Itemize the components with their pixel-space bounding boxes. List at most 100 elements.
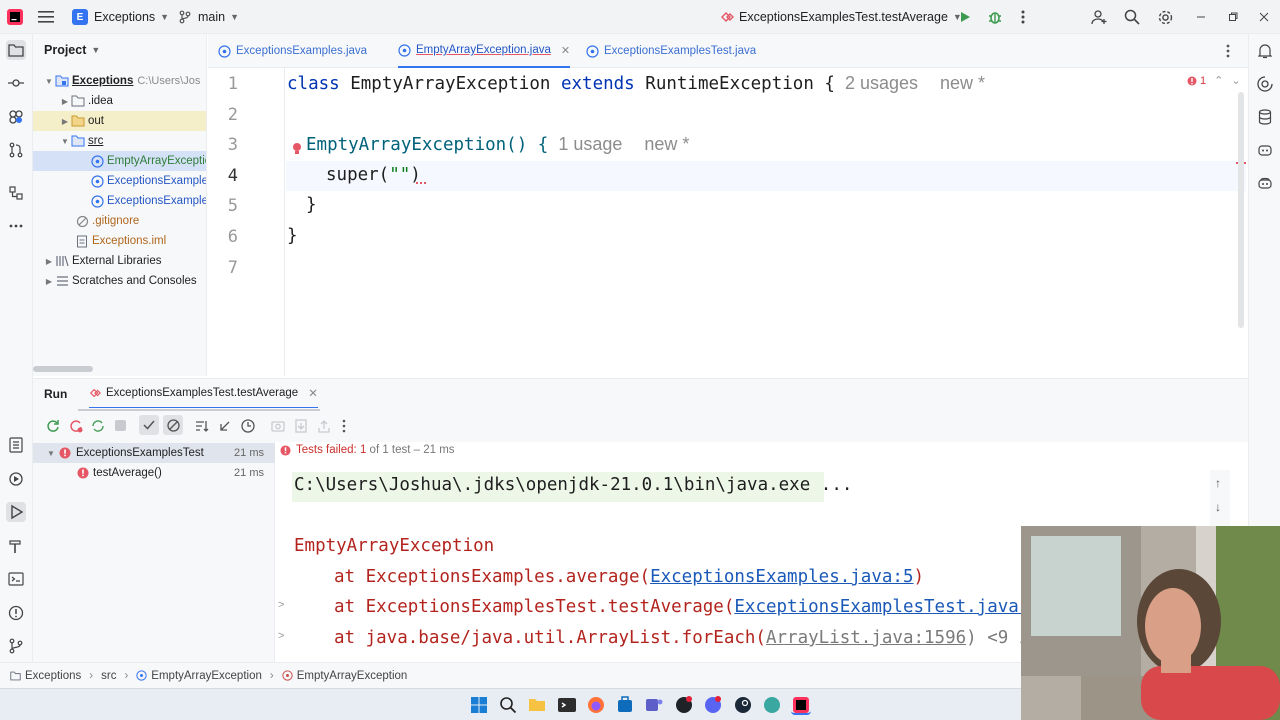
scroll-down-arrow-icon[interactable]: ↓ xyxy=(1215,500,1221,514)
tab-emptyarrayexception[interactable]: EmptyArrayException.java ✕ xyxy=(398,34,571,68)
tree-item-iml[interactable]: Exceptions.iml xyxy=(33,231,206,251)
terminal-app-icon[interactable] xyxy=(557,695,577,715)
problems-indicator[interactable]: 1 ⌃ ⌄ xyxy=(1187,74,1241,87)
test-tree-root[interactable]: ▼ ExceptionsExamplesTest 21 ms xyxy=(33,443,275,463)
terminal-icon[interactable] xyxy=(6,569,26,589)
tab-exceptionsexamples[interactable]: ExceptionsExamples.java xyxy=(218,34,367,68)
structure-icon[interactable] xyxy=(6,183,26,203)
scroll-up-arrow-icon[interactable]: ↑ xyxy=(1215,476,1221,490)
run-button[interactable] xyxy=(958,0,972,34)
run-tab-title[interactable]: Run xyxy=(44,387,67,401)
author-inlay-hint[interactable]: new * xyxy=(644,134,689,154)
restore-window-icon[interactable] xyxy=(1228,0,1238,34)
notifications-bell-icon[interactable] xyxy=(1255,41,1275,61)
minimize-window-icon[interactable] xyxy=(1196,0,1206,34)
tree-item-gitignore[interactable]: .gitignore xyxy=(33,211,206,231)
tab-options-icon[interactable] xyxy=(1226,44,1230,58)
tree-item-src[interactable]: ▼ src xyxy=(33,131,206,151)
stack-trace-link[interactable]: ExceptionsExamplesTest.java:13 xyxy=(734,597,1050,617)
add-user-icon[interactable] xyxy=(1091,0,1108,34)
breadcrumb-item[interactable]: EmptyArrayException xyxy=(297,670,408,682)
more-tools-icon[interactable] xyxy=(6,216,26,236)
debug-button[interactable] xyxy=(987,0,1003,34)
close-tab-icon[interactable]: ✕ xyxy=(308,386,318,400)
git-icon[interactable] xyxy=(6,636,26,656)
app-logo-icon[interactable] xyxy=(6,0,24,34)
expand-arrow-icon[interactable]: ▼ xyxy=(43,77,55,86)
build-hammer-icon[interactable] xyxy=(6,536,26,556)
maven-icon[interactable] xyxy=(1255,140,1275,160)
usages-inlay-hint[interactable]: 2 usages xyxy=(845,73,918,93)
teams-icon[interactable] xyxy=(644,695,664,715)
rerun-failed-icon[interactable] xyxy=(69,419,83,433)
expand-arrow-icon[interactable]: ▶ xyxy=(43,257,55,266)
ai-assistant-icon[interactable] xyxy=(1255,74,1275,94)
stop-icon[interactable] xyxy=(115,420,126,431)
copilot-icon[interactable] xyxy=(1255,173,1275,193)
tab-exceptionsexamplestest[interactable]: ExceptionsExamplesTest.java xyxy=(586,34,756,68)
store-app-icon[interactable] xyxy=(615,695,635,715)
sort-icon[interactable] xyxy=(195,419,209,433)
search-icon[interactable] xyxy=(1124,0,1140,34)
screenshot-icon[interactable] xyxy=(271,419,285,433)
panel-splitter[interactable] xyxy=(78,409,320,411)
expand-arrow-icon[interactable]: ▶ xyxy=(59,117,71,126)
run-tool-icon[interactable] xyxy=(6,502,26,522)
show-passed-icon[interactable] xyxy=(139,415,159,435)
code-editor[interactable]: 1 2 3 4 5 6 7 class EmptyArrayException … xyxy=(208,68,1248,376)
services-icon[interactable] xyxy=(6,435,26,455)
breadcrumb-item[interactable]: Exceptions xyxy=(25,670,81,682)
tree-item-scratches[interactable]: ▶ Scratches and Consoles xyxy=(33,271,206,291)
tree-item-emptyarrayexception[interactable]: EmptyArrayExceptio xyxy=(33,151,206,171)
import-tests-icon[interactable] xyxy=(294,419,308,433)
next-problem-icon[interactable]: ⌄ xyxy=(1231,74,1240,87)
problems-icon[interactable] xyxy=(6,603,26,623)
error-bulb-icon[interactable] xyxy=(292,142,302,155)
more-actions-icon[interactable] xyxy=(1021,0,1025,34)
expand-arrow-icon[interactable]: ▶ xyxy=(43,277,55,286)
tree-item-project-root[interactable]: ▼ Exceptions C:\Users\Jos xyxy=(33,71,206,91)
breadcrumb-item[interactable]: EmptyArrayException xyxy=(151,670,262,682)
close-window-icon[interactable] xyxy=(1259,0,1269,34)
plugins-icon[interactable] xyxy=(6,107,26,127)
run-configuration-selector[interactable]: ExceptionsExamplesTest.testAverage ▼ xyxy=(720,0,962,34)
project-switcher[interactable]: E Exceptions ▼ xyxy=(72,0,169,34)
steam-icon[interactable] xyxy=(733,695,753,715)
main-menu-icon[interactable] xyxy=(38,0,54,34)
test-history-icon[interactable] xyxy=(241,419,255,433)
tree-item-exceptionsexamples[interactable]: ExceptionsExample xyxy=(33,171,206,191)
test-tree-item[interactable]: testAverage() 21 ms xyxy=(33,463,275,483)
github-icon[interactable] xyxy=(674,695,694,715)
vcs-branch-widget[interactable]: main ▼ xyxy=(178,0,239,34)
discord-icon[interactable] xyxy=(703,695,723,715)
file-explorer-icon[interactable] xyxy=(527,695,547,715)
tree-item-exceptionsexamplestest[interactable]: ExceptionsExample xyxy=(33,191,206,211)
windows-start-icon[interactable] xyxy=(469,695,489,715)
usages-inlay-hint[interactable]: 1 usage xyxy=(558,134,622,154)
horizontal-scrollbar[interactable] xyxy=(33,366,93,372)
author-inlay-hint[interactable]: new * xyxy=(940,73,985,93)
project-panel-header[interactable]: Project ▼ xyxy=(44,43,100,57)
expand-arrow-icon[interactable]: ▼ xyxy=(59,137,71,146)
commit-icon[interactable] xyxy=(6,73,26,93)
tree-item-external-libraries[interactable]: ▶ External Libraries xyxy=(33,251,206,271)
expand-arrow-icon[interactable]: > xyxy=(278,599,284,611)
intellij-idea-icon[interactable] xyxy=(791,695,811,715)
tree-item-out[interactable]: ▶ out xyxy=(33,111,206,131)
stack-trace-link[interactable]: ExceptionsExamples.java:5 xyxy=(650,567,913,587)
stack-trace-link[interactable]: ArrayList.java:1596 xyxy=(766,628,966,648)
firefox-icon[interactable] xyxy=(586,695,606,715)
show-ignored-icon[interactable] xyxy=(163,415,183,435)
settings-gear-icon[interactable] xyxy=(1157,0,1174,34)
more-options-icon[interactable] xyxy=(342,419,346,433)
console-command-line[interactable]: C:\Users\Joshua\.jdks\openjdk-21.0.1\bin… xyxy=(294,475,852,495)
database-icon[interactable] xyxy=(1255,107,1275,127)
close-tab-icon[interactable]: ✕ xyxy=(561,44,570,57)
rerun-icon[interactable] xyxy=(46,419,60,433)
expand-arrow-icon[interactable]: ▶ xyxy=(59,97,71,106)
expand-arrow-icon[interactable]: > xyxy=(278,630,284,642)
debug-tool-icon[interactable] xyxy=(6,469,26,489)
tree-item-idea[interactable]: ▶ .idea xyxy=(33,91,206,111)
toggle-auto-test-icon[interactable] xyxy=(91,419,105,433)
export-tests-icon[interactable] xyxy=(317,419,331,433)
